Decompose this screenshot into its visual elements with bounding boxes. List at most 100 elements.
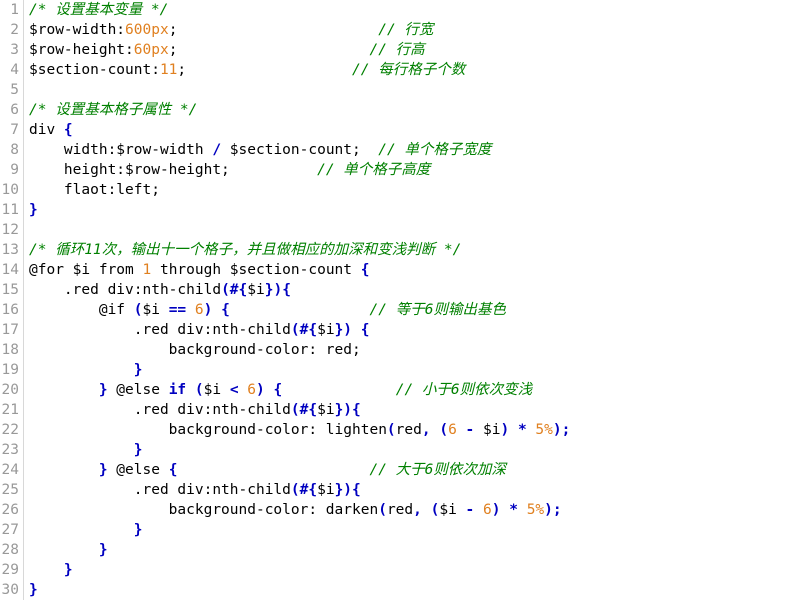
line-number: 14 — [0, 260, 24, 280]
code-line: 15 .red div:nth-child(#{$i}){ — [0, 280, 800, 300]
code-line-content: } — [24, 560, 800, 580]
code-line: 2 $row-width:600px; // 行宽 — [0, 20, 800, 40]
line-number: 9 — [0, 160, 24, 180]
token-number: 600px — [125, 22, 169, 38]
token-plain: .red div:nth-child — [29, 402, 291, 418]
code-line-content: $row-width:600px; // 行宽 — [24, 20, 800, 40]
code-line: 4 $section-count:11; // 每行格子个数 — [0, 60, 800, 80]
token-punct: (#{ — [290, 482, 318, 498]
token-plain: background-color: darken — [29, 502, 379, 518]
code-line-content: /* 设置基本变量 */ — [24, 0, 800, 20]
code-line-content: @if ($i == 6) { // 等于6则输出基色 — [24, 300, 800, 320]
code-line-content: /* 设置基本格子属性 */ — [24, 100, 800, 120]
line-number: 17 — [0, 320, 24, 340]
token-keyword: if — [168, 382, 187, 398]
token-punct: ( — [194, 382, 204, 398]
line-number: 2 — [0, 20, 24, 40]
token-punct: } — [98, 462, 108, 478]
code-line: 24 } @else { // 大于6则依次加深 — [0, 460, 800, 480]
token-number: 6 — [448, 422, 457, 438]
code-line: 10 flaot:left; — [0, 180, 800, 200]
code-line-content — [24, 80, 800, 100]
token-punct: } — [133, 442, 143, 458]
line-number: 20 — [0, 380, 24, 400]
code-line-content: width:$row-width / $section-count; // 单个… — [24, 140, 800, 160]
token-punct: * — [509, 502, 518, 518]
token-punct: } — [29, 582, 38, 598]
token-number: 6 — [247, 382, 257, 398]
token-comment: // 单个格子宽度 — [378, 142, 492, 158]
token-plain: background-color: red; — [29, 342, 361, 358]
token-punct: ) { — [256, 382, 283, 398]
token-plain: $i — [247, 282, 265, 298]
code-line-content: } — [24, 540, 800, 560]
line-number: 1 — [0, 0, 24, 20]
token-comment: // 大于6则依次加深 — [369, 462, 506, 478]
token-comment: /* 设置基本变量 */ — [29, 2, 169, 18]
code-line: 19 } — [0, 360, 800, 380]
token-plain: $i — [203, 382, 230, 398]
token-comment: // 单个格子高度 — [317, 162, 431, 178]
token-number: 60px — [133, 42, 169, 58]
token-punct: == — [168, 302, 187, 318]
code-line: 7 div { — [0, 120, 800, 140]
code-line: 20 } @else if ($i < 6) { // 小于6则依次变浅 — [0, 380, 800, 400]
token-plain: @if — [29, 302, 134, 318]
line-number: 3 — [0, 40, 24, 60]
token-plain: $section-count: — [29, 62, 160, 78]
token-comment: // 行高 — [369, 42, 425, 58]
token-punct: ( — [386, 422, 396, 438]
token-punct: { — [360, 262, 370, 278]
token-plain: $i — [439, 502, 457, 518]
token-number: 6 — [194, 302, 204, 318]
token-punct: } — [63, 562, 73, 578]
token-punct: ( — [378, 502, 387, 518]
code-line-content: .red div:nth-child(#{$i}){ — [24, 280, 800, 300]
token-punct: (#{ — [290, 402, 318, 418]
code-viewer[interactable]: 1/* 设置基本变量 */2 $row-width:600px; // 行宽 3 $r… — [0, 0, 800, 600]
token-number: 5% — [535, 422, 553, 438]
token-punct: }) — [334, 322, 353, 338]
code-line-content: } — [24, 440, 800, 460]
code-line: 16 @if ($i == 6) { // 等于6则输出基色 — [0, 300, 800, 320]
code-line-content: } — [24, 580, 800, 600]
line-number: 12 — [0, 220, 24, 240]
code-line: 3 $row-height:60px; // 行高 — [0, 40, 800, 60]
token-punct: (#{ — [221, 282, 248, 298]
code-line: 8 width:$row-width / $section-count; // … — [0, 140, 800, 160]
token-plain: @for $i from — [29, 262, 143, 278]
code-line-content: $row-height:60px; // 行高 — [24, 40, 800, 60]
code-line-content: } — [24, 200, 800, 220]
token-plain: $row-width: — [29, 22, 126, 38]
code-line: 30} — [0, 580, 800, 600]
token-punct: * — [517, 422, 527, 438]
token-punct: { — [63, 122, 73, 138]
token-punct: { — [360, 322, 370, 338]
token-punct: - — [465, 422, 475, 438]
token-number: 1 — [142, 262, 152, 278]
token-punct: ( — [133, 302, 143, 318]
line-number: 24 — [0, 460, 24, 480]
line-number: 28 — [0, 540, 24, 560]
token-plain: $i — [142, 302, 169, 318]
line-number: 15 — [0, 280, 24, 300]
token-punct: < — [229, 382, 239, 398]
code-line-content: /* 循环11次，输出十一个格子，并且做相应的加深和变浅判断 */ — [24, 240, 800, 260]
code-line: 1 /* 设置基本变量 */ — [0, 0, 800, 20]
code-line-content: flaot:left; — [24, 180, 800, 200]
line-number: 22 — [0, 420, 24, 440]
code-line: 27 } — [0, 520, 800, 540]
